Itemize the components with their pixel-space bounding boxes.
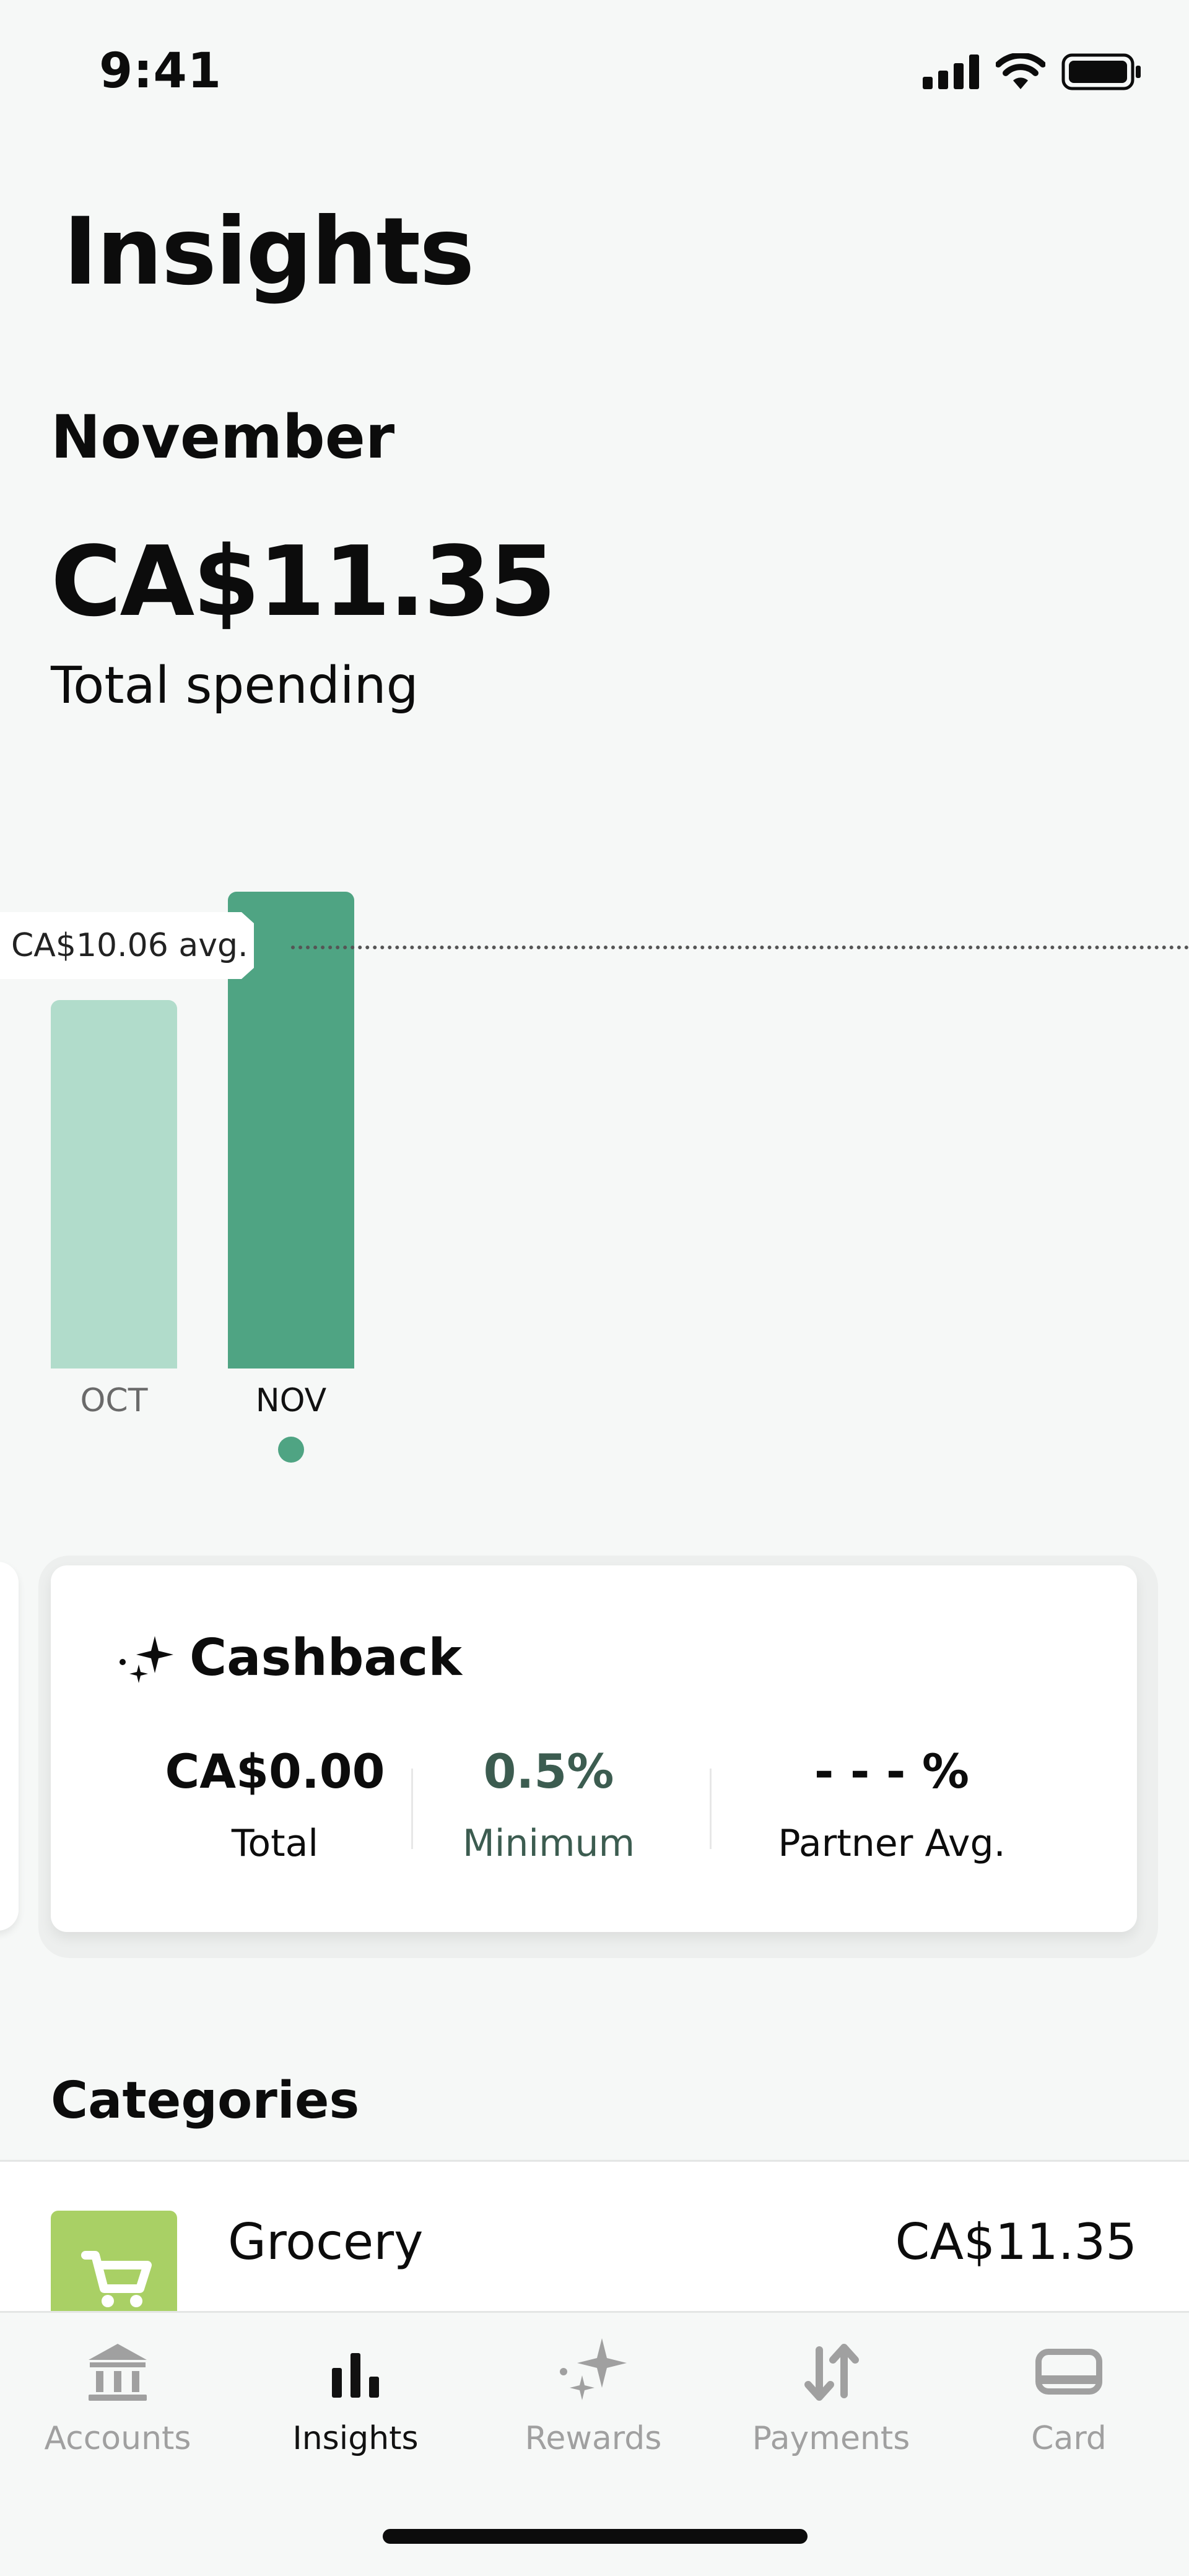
cashback-partner-avg-label: Partner Avg. [778,1822,1006,1865]
status-icons [923,53,1142,90]
selected-month-indicator [278,1437,304,1463]
stat-divider [411,1769,413,1849]
cashback-total-label: Total [231,1822,319,1865]
total-spending-amount: CA$11.35 [51,525,556,638]
tab-payments[interactable]: Payments [738,2328,924,2457]
tab-card[interactable]: Card [976,2328,1162,2457]
tab-accounts-label: Accounts [44,2420,191,2457]
categories-title: Categories [51,2071,360,2130]
cashback-partner-avg-value: - - - % [814,1744,970,1799]
previous-card-peek[interactable] [0,1562,19,1931]
category-name: Grocery [228,2213,424,2271]
home-indicator [383,2529,808,2544]
bank-icon [89,2344,147,2401]
tab-rewards-label: Rewards [525,2420,662,2457]
page-title: Insights [63,198,474,306]
battery-icon [1061,53,1141,90]
tab-insights-label: Insights [292,2420,419,2457]
tab-card-label: Card [1031,2420,1107,2457]
cashback-minimum-label: Minimum [462,1822,635,1865]
tab-accounts[interactable]: Accounts [25,2328,211,2457]
tab-payments-label: Payments [752,2420,910,2457]
cashback-minimum-value: 0.5% [483,1744,614,1799]
cellular-signal-icon [923,54,979,89]
average-line [291,946,1189,949]
tab-rewards[interactable]: Rewards [500,2328,686,2457]
chart-tick-oct: OCT [80,1382,148,1419]
card-icon [1035,2349,1102,2395]
sparkle-icon [560,2338,627,2400]
average-label: CA$10.06 avg. [0,912,254,979]
cashback-title: Cashback [189,1629,462,1687]
wifi-icon [996,53,1045,89]
category-amount: CA$11.35 [895,2213,1137,2271]
chart-tick-nov: NOV [255,1382,327,1419]
total-spending-caption: Total spending [51,656,419,715]
transfer-arrows-icon [804,2344,859,2401]
bar-chart-icon [332,2353,379,2398]
cashback-total-value: CA$0.00 [165,1744,385,1799]
chart-bar-oct[interactable] [51,1000,177,1368]
period-label: November [51,402,395,472]
sparkle-icon [120,1636,173,1683]
tab-insights[interactable]: Insights [263,2328,448,2457]
status-time: 9:41 [99,43,222,99]
